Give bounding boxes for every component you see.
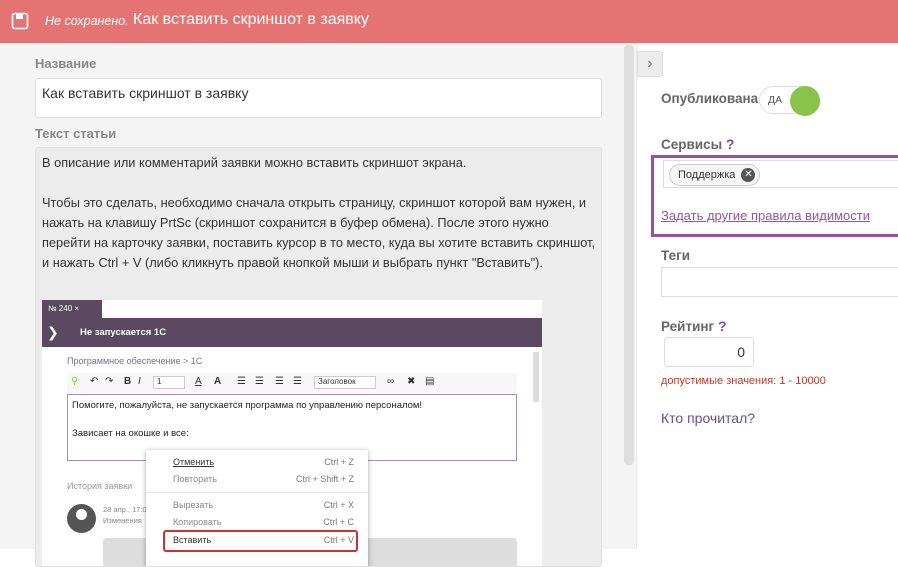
history-label: История заявки (67, 481, 133, 491)
page-title: Как вставить скриншот в заявку (133, 11, 369, 28)
menu-item-copy: Копировать Ctrl + C (146, 514, 368, 531)
outdent-icon: ☰ (275, 376, 284, 387)
menu-item-label: Повторить (173, 474, 217, 484)
screenshot-editor-toolbar: ⚲ ↶ ↷ B I 1 A A ☰ ☰ ☰ ☰ Заголовок ∞ ✖ ▤ (67, 373, 517, 393)
rating-label: Рейтинг ? (661, 318, 727, 334)
main-scrollbar[interactable] (624, 45, 634, 465)
article-paragraph: В описание или комментарий заявки можно … (42, 155, 467, 170)
avatar (67, 504, 96, 533)
bold-icon: B (124, 376, 132, 387)
rating-label-text: Рейтинг (661, 319, 715, 334)
menu-item-shortcut: Ctrl + Z (324, 457, 354, 467)
help-icon[interactable]: ? (726, 136, 735, 152)
services-highlight-box: Поддержка ✕ Задать другие правила видимо… (651, 155, 898, 237)
who-read-link[interactable]: Кто прочитал? (661, 410, 755, 426)
history-date: 28 апр., 17:0 (103, 505, 147, 514)
context-menu: Отменить Ctrl + Z Повторить Ctrl + Shift… (146, 450, 368, 566)
screenshot-scrollbar (533, 352, 539, 402)
menu-item-cut: Вырезать Ctrl + X (146, 497, 368, 514)
menu-item-label: Вырезать (173, 500, 214, 510)
top-bar: Не сохранено. Как вставить скриншот в за… (0, 0, 898, 43)
save-icon[interactable] (11, 12, 29, 30)
attach-icon: ⚲ (71, 376, 79, 387)
chevron-right-icon: ❯ (47, 324, 59, 340)
menu-item-label: Копировать (173, 517, 222, 527)
text-label: Текст статьи (35, 126, 117, 141)
undo-icon: ↶ (90, 376, 99, 387)
screenshot-header: ❯ Не запускается 1С (42, 318, 542, 347)
services-input[interactable]: Поддержка ✕ (663, 160, 898, 188)
link-icon: ∞ (387, 376, 395, 387)
collapse-panel-button[interactable]: › (637, 51, 663, 77)
menu-separator (146, 492, 368, 493)
clear-format-icon: ✖ (407, 376, 416, 387)
remove-chip-icon[interactable]: ✕ (741, 168, 756, 182)
numbered-list-icon: ☰ (255, 376, 264, 387)
article-paragraph: Чтобы это сделать, необходимо сначала от… (42, 195, 596, 270)
screenshot-tabrow (42, 300, 542, 318)
menu-item-shortcut: Ctrl + C (323, 517, 354, 527)
tags-input[interactable] (661, 267, 898, 297)
published-label: Опубликована (661, 91, 759, 106)
article-text-area[interactable]: В описание или комментарий заявки можно … (35, 147, 602, 567)
chevron-right-icon: › (647, 55, 653, 72)
heading-select: Заголовок (314, 376, 376, 389)
menu-item-label: Отменить (173, 457, 215, 467)
toggle-knob (790, 86, 820, 116)
screenshot-breadcrumb: Программное обеспечение > 1С (67, 356, 203, 366)
services-label: Сервисы ? (661, 136, 734, 152)
screenshot-tab: № 240 × (42, 300, 102, 318)
rating-hint: допустимые значения: 1 - 10000 (661, 375, 826, 387)
published-toggle-value: ДА (768, 94, 783, 106)
editor-line: Зависает на окошке и все: (72, 428, 189, 439)
history-change: Изменения (103, 516, 142, 525)
published-toggle[interactable]: ДА (759, 86, 820, 116)
redo-icon: ↷ (105, 376, 114, 387)
properties-panel: › Опубликована ДА Сервисы ? Поддержка ✕ … (636, 43, 898, 549)
rating-input[interactable]: 0 (664, 337, 754, 367)
help-icon[interactable]: ? (718, 318, 727, 334)
document-icon: ▤ (425, 376, 435, 387)
article-editor: Название Как вставить скриншот в заявку … (0, 43, 636, 567)
visibility-rules-link[interactable]: Задать другие правила видимости (661, 208, 870, 223)
screenshot-header-title: Не запускается 1С (80, 327, 167, 338)
menu-item-undo: Отменить Ctrl + Z (146, 454, 368, 471)
menu-item-redo: Повторить Ctrl + Shift + Z (146, 471, 368, 488)
italic-icon: I (138, 376, 141, 387)
tags-label: Теги (661, 248, 691, 263)
embedded-screenshot: № 240 × ❯ Не запускается 1С Программное … (42, 300, 542, 566)
menu-item-shortcut: Ctrl + X (323, 500, 354, 510)
unsaved-status: Не сохранено. (45, 14, 129, 28)
indent-icon: ☰ (293, 376, 302, 387)
font-size-select: 1 (153, 376, 185, 389)
editor-line: Помогите, пожалуйста, не запускается про… (72, 400, 423, 411)
name-label: Название (35, 56, 97, 71)
bullet-list-icon: ☰ (237, 376, 246, 387)
name-input[interactable]: Как вставить скриншот в заявку (35, 78, 602, 118)
highlight-icon: A (214, 376, 222, 387)
service-chip-label: Поддержка (678, 169, 736, 181)
services-label-text: Сервисы (661, 137, 723, 152)
service-chip: Поддержка ✕ (669, 164, 761, 186)
menu-item-shortcut: Ctrl + Shift + Z (295, 474, 354, 484)
text-color-icon: A (195, 376, 202, 387)
